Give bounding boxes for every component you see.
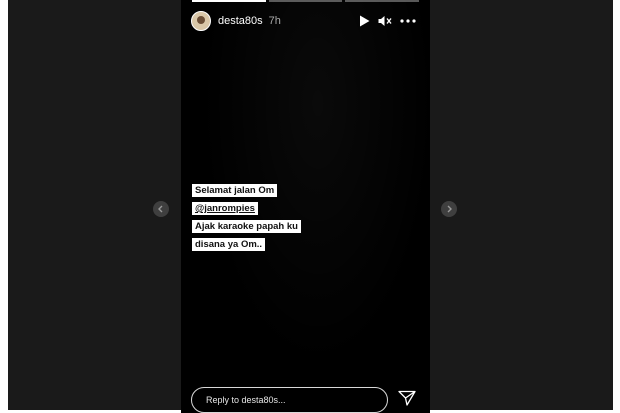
caption-line: Ajak karaoke papah ku <box>192 220 301 233</box>
story-controls <box>359 15 416 27</box>
story-progress-bar <box>192 0 420 2</box>
speaker-muted-icon <box>378 16 392 26</box>
progress-segment <box>268 0 343 2</box>
next-story-button[interactable] <box>441 201 457 217</box>
mute-button[interactable] <box>378 15 392 27</box>
play-button[interactable] <box>359 15 370 27</box>
more-horizontal-icon <box>400 19 416 23</box>
story-header: desta80s 7h <box>191 10 416 32</box>
username-link[interactable]: desta80s <box>218 15 263 27</box>
caption-line: disana ya Om.. <box>192 238 266 251</box>
avatar[interactable] <box>191 11 211 31</box>
more-options-button[interactable] <box>400 19 416 23</box>
send-button[interactable] <box>398 390 416 411</box>
caption-line: Selamat jalan Om <box>192 184 278 197</box>
previous-story-button[interactable] <box>153 201 169 217</box>
progress-segment <box>192 0 266 2</box>
story-footer <box>191 387 416 413</box>
chevron-left-icon <box>158 205 163 213</box>
progress-segment <box>345 0 420 2</box>
story-caption: Selamat jalan Om @janrompies Ajak karaok… <box>192 180 332 252</box>
reply-input[interactable] <box>191 387 388 413</box>
send-icon <box>398 390 416 406</box>
mention-link[interactable]: @janrompies <box>192 202 258 215</box>
story-frame[interactable]: desta80s 7h Selamat jalan Om @janrompies… <box>181 0 430 413</box>
timestamp: 7h <box>268 15 281 27</box>
chevron-right-icon <box>447 205 452 213</box>
play-icon <box>360 15 370 27</box>
